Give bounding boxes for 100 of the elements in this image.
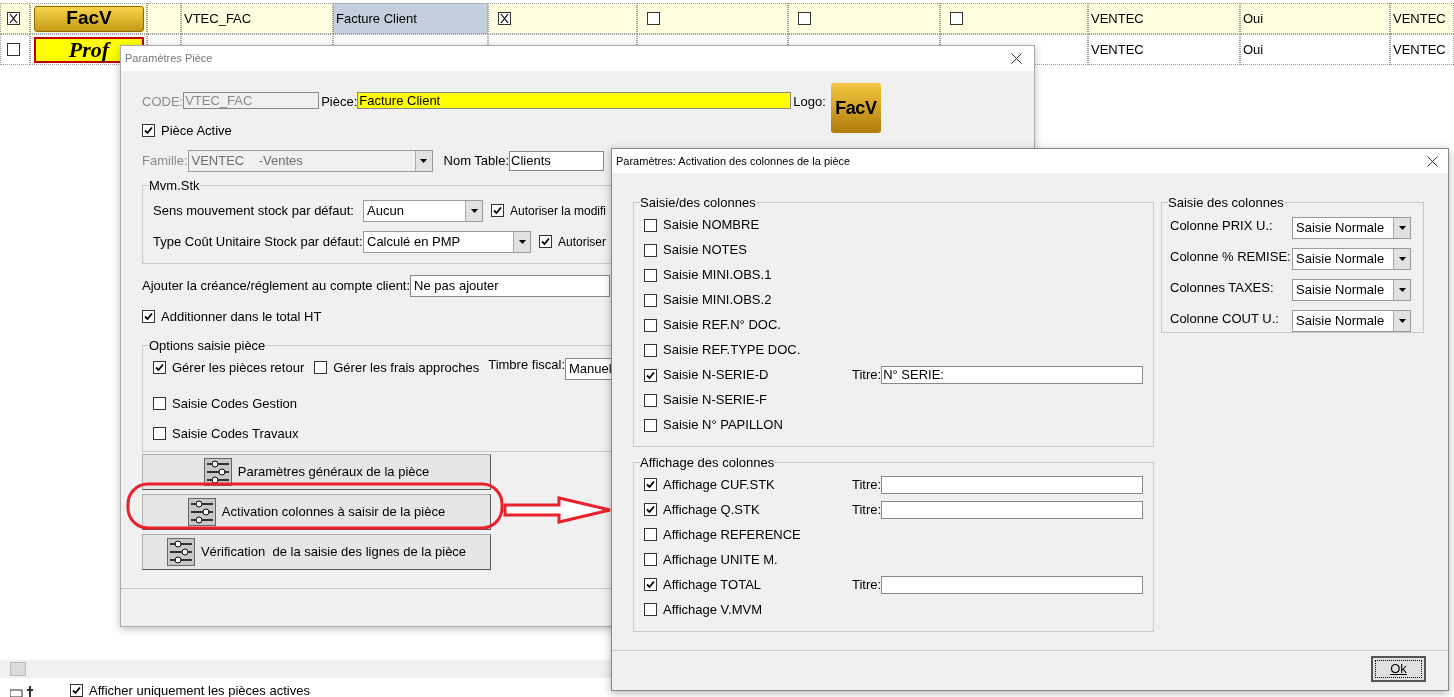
checkbox-label: Affichage V.MVM: [663, 600, 762, 619]
dropdown[interactable]: Saisie Normale: [1292, 217, 1411, 239]
caret-icon: [518, 239, 526, 244]
text-field[interactable]: Ne pas ajouter: [410, 275, 611, 297]
caret-icon: [1398, 257, 1406, 261]
checkbox[interactable]: [314, 361, 328, 374]
text-field[interactable]: [881, 475, 1144, 494]
checkbox[interactable]: [644, 218, 657, 232]
checkbox[interactable]: [7, 43, 20, 56]
checkbox[interactable]: [644, 528, 657, 541]
checkbox[interactable]: [647, 12, 660, 25]
checkbox[interactable]: [950, 12, 963, 25]
field-label: Type Coût Unitaire Stock par défaut:: [153, 232, 363, 251]
field-label: Famille:: [142, 151, 188, 170]
field-label: Titre:: [852, 500, 882, 519]
checkbox-label: Gérer les pièces retour: [172, 358, 305, 377]
checkbox-label: Gérer les frais approches: [333, 358, 480, 377]
dropdown[interactable]: Calculé en PMP: [363, 230, 531, 253]
sliders-icon: [166, 538, 195, 566]
checkbox-label: Saisie NOTES: [663, 241, 747, 260]
field-label: Titre:: [852, 475, 882, 494]
text-field[interactable]: N° SERIE:: [881, 366, 1144, 384]
checkbox[interactable]: [644, 603, 657, 616]
table-cell: Facture Client: [333, 3, 488, 34]
checkbox[interactable]: [644, 553, 657, 566]
text-field[interactable]: Clients: [509, 150, 605, 171]
field-label: Colonne PRIX U.:: [1170, 216, 1274, 235]
text-field[interactable]: [881, 500, 1144, 519]
field-label: Timbre fiscal:: [488, 356, 565, 374]
checkbox[interactable]: [142, 310, 155, 324]
text-field[interactable]: Facture Client: [357, 92, 792, 109]
checkbox-label: Affichage TOTAL: [663, 575, 762, 594]
checkbox-label: Saisie Codes Travaux: [172, 424, 299, 443]
checkbox[interactable]: [644, 318, 657, 332]
sliders-icon: [203, 458, 232, 486]
checkbox-label: Autoriser la modifi: [510, 202, 607, 220]
checkbox-label: Afficher uniquement les pièces actives: [89, 682, 310, 697]
checkbox-label: Affichage Q.STK: [663, 500, 760, 519]
logo-badge: FacV: [830, 83, 881, 133]
checkbox-label: Affichage UNITE M.: [663, 550, 778, 569]
checkbox[interactable]: [491, 204, 504, 217]
field-label: Sens mouvement stock par défaut:: [153, 201, 355, 220]
checkbox[interactable]: [644, 418, 657, 432]
field-label: Ajouter la créance/réglement au compte client:: [142, 277, 411, 296]
checkbox-label: Saisie REF.TYPE DOC.: [663, 341, 801, 360]
group-title: Saisie/des colonnes: [640, 194, 756, 212]
field-label: Titre:: [852, 366, 882, 385]
checkbox-label: Saisie N° PAPILLON: [663, 416, 783, 435]
dropdown[interactable]: Saisie Normale: [1292, 248, 1411, 270]
checkbox-label: Affichage CUF.STK: [663, 475, 775, 494]
action-button[interactable]: Vérification de la saisie des lignes de la pièce: [142, 534, 491, 570]
checkbox[interactable]: [7, 12, 20, 25]
checkbox[interactable]: [798, 12, 811, 25]
action-button[interactable]: Activation colonnes à saisir de la pièce: [142, 494, 491, 530]
checkbox[interactable]: [644, 293, 657, 307]
checkbox[interactable]: [498, 12, 511, 25]
checkbox[interactable]: [153, 397, 166, 411]
checkbox-label: Saisie MINI.OBS.1: [663, 266, 772, 285]
group-title: Mvm.Stk: [149, 176, 200, 195]
checkbox-label: Autoriser: [558, 233, 607, 251]
table-cell: VENTEC: [1390, 34, 1454, 65]
checkbox[interactable]: [142, 124, 155, 138]
checkbox[interactable]: [644, 343, 657, 357]
logo-badge: FacV: [34, 5, 144, 32]
checkbox[interactable]: [644, 368, 657, 382]
checkbox[interactable]: [644, 393, 657, 407]
table-cell: VENTEC: [1088, 34, 1240, 65]
checkbox-label: Affichage REFERENCE: [663, 525, 801, 544]
checkbox-label: Saisie NOMBRE: [663, 216, 760, 235]
close-icon[interactable]: [1427, 155, 1438, 167]
checkbox[interactable]: [539, 235, 552, 248]
field-label: Titre:: [852, 575, 882, 594]
checkbox[interactable]: [70, 684, 83, 697]
caret-icon: [420, 158, 427, 163]
checkbox-label: Saisie MINI.OBS.2: [663, 291, 772, 310]
field-label: Colonnes TAXES:: [1170, 278, 1275, 297]
checkbox-label: Saisie REF.N° DOC.: [663, 316, 781, 335]
table-cell: Oui: [1240, 34, 1390, 65]
action-button[interactable]: Paramètres généraux de la pièce: [142, 454, 491, 490]
checkbox[interactable]: [644, 243, 657, 257]
caret-icon: [1398, 319, 1406, 323]
field-label: Pièce:: [321, 93, 358, 111]
checkbox[interactable]: [644, 478, 657, 491]
checkbox[interactable]: [644, 578, 657, 591]
dropdown[interactable]: Saisie Normale: [1292, 279, 1411, 301]
text-field[interactable]: [881, 575, 1144, 594]
dropdown[interactable]: Saisie Normale: [1292, 310, 1411, 332]
checkbox[interactable]: [644, 268, 657, 282]
field-label: Logo:: [793, 93, 826, 111]
checkbox[interactable]: [153, 361, 166, 374]
field-label: CODE:: [142, 93, 184, 111]
ok-button[interactable]: Ok: [1371, 656, 1426, 682]
checkbox[interactable]: [153, 426, 166, 440]
close-icon[interactable]: [1011, 53, 1022, 64]
checkbox-label: Additionner dans le total HT: [161, 308, 322, 326]
checkbox-label: Saisie N-SERIE-D: [663, 366, 769, 385]
group-title: Options saisie pièce: [149, 336, 266, 355]
dropdown[interactable]: Aucun: [363, 199, 483, 222]
checkbox-label: Saisie N-SERIE-F: [663, 391, 768, 410]
checkbox[interactable]: [644, 503, 657, 516]
